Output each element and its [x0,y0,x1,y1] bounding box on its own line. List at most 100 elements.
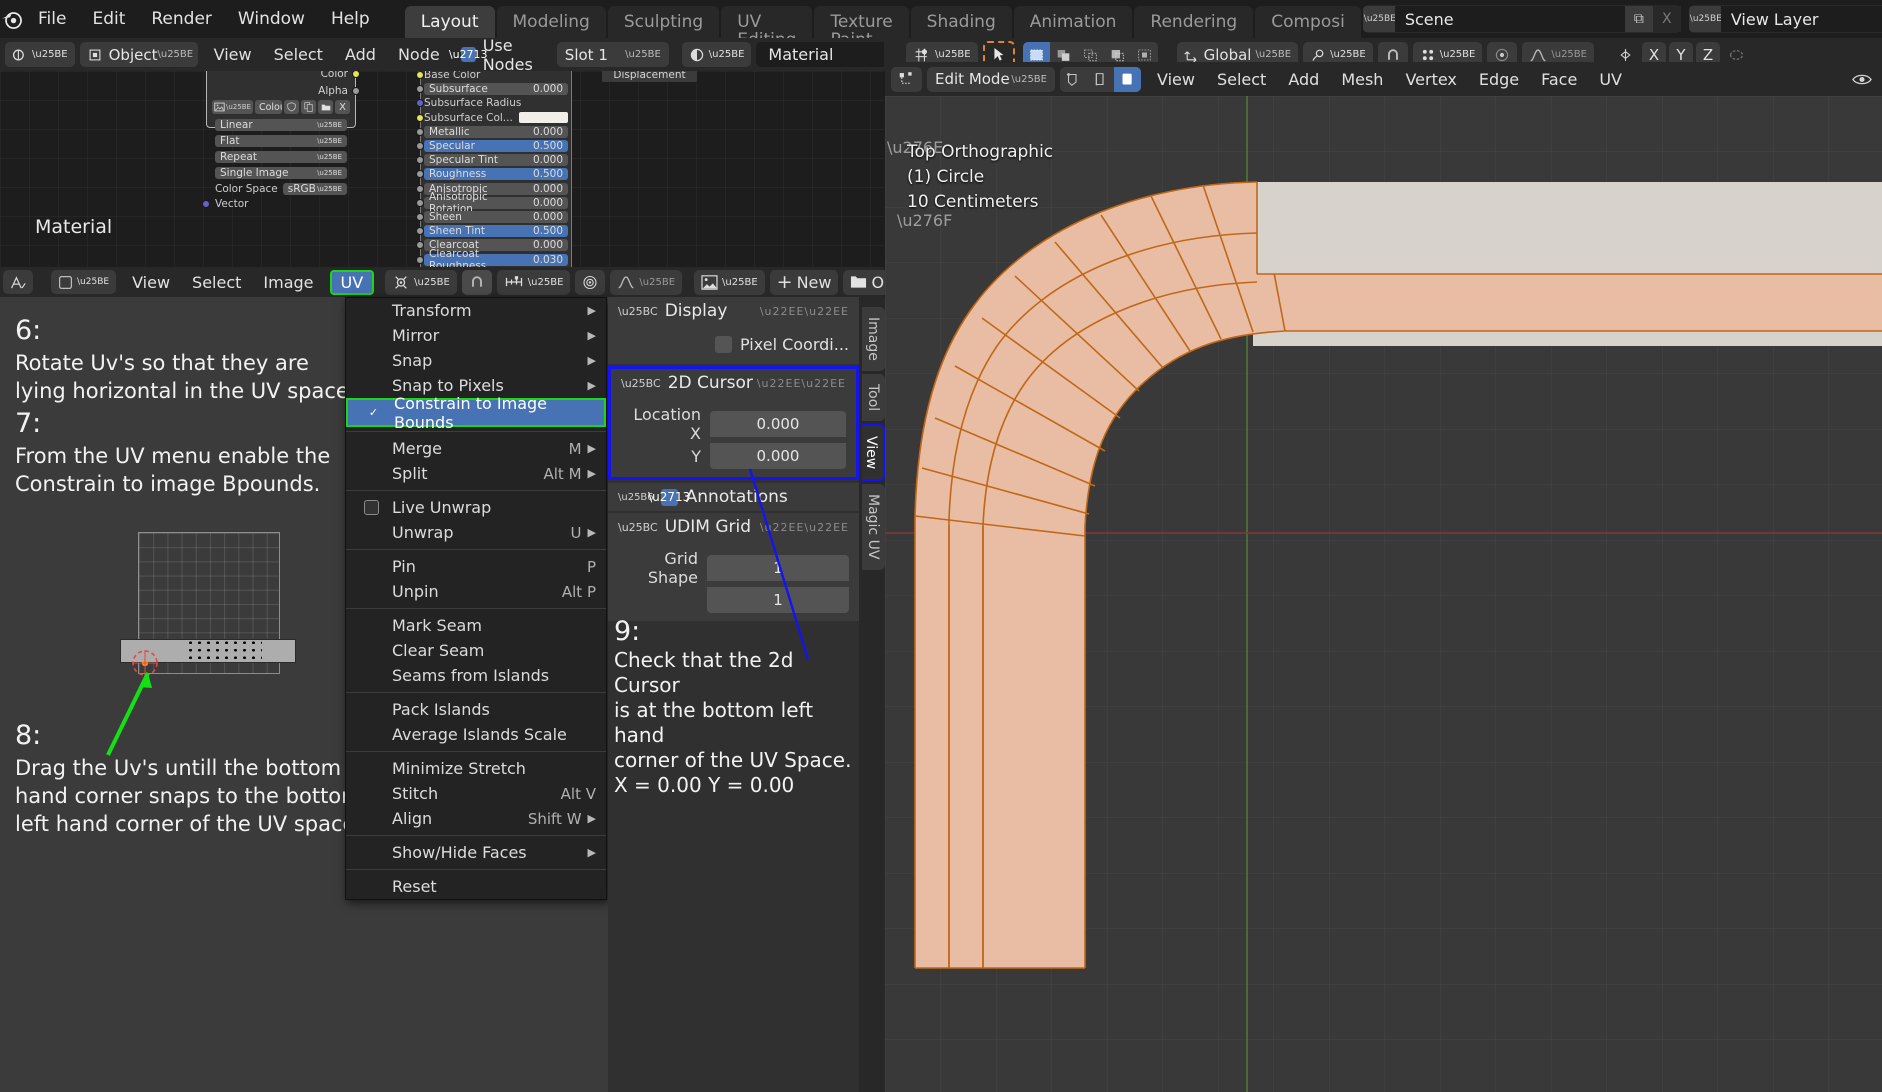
panel-drag-dots-display[interactable]: \u22EE\u22EE [760,305,849,318]
shader-menu-node[interactable]: Node [387,45,451,64]
uv-menu-item[interactable]: Stitch Alt V [346,781,606,806]
uv-menu-item[interactable]: Pin P [346,554,606,579]
bsdf-socket[interactable] [416,213,424,221]
viewport-menu-edge[interactable]: Edge [1468,70,1530,89]
workspace-tab-rendering[interactable]: Rendering [1134,6,1254,38]
bsdf-socket[interactable] [416,170,424,179]
extension-dropdown[interactable]: Repeat \u25BE [215,151,347,164]
projection-dropdown[interactable]: Flat \u25BE [215,135,347,148]
uv-menu-image[interactable]: Image [252,273,324,292]
image-name-field[interactable]: Colour grid arrow... [254,100,282,114]
uv-new-image-button[interactable]: + New [769,269,839,295]
uv-menu-select[interactable]: Select [181,273,252,292]
menu-edit[interactable]: Edit [79,5,138,33]
bsdf-value-field[interactable]: Subsurface 0.000 [424,83,568,96]
image-datablock-row[interactable]: \u25BE Colour grid arrow... X [212,100,350,114]
bsdf-socket[interactable] [416,71,424,79]
uv-menu-item[interactable]: Mark Seam [346,613,606,638]
workspace-tab-uv-editing[interactable]: UV Editing [721,6,813,49]
bsdf-socket[interactable] [416,184,424,193]
editor-type-viewport-icon[interactable] [891,66,922,92]
uv-editor-type-icon[interactable] [3,270,33,294]
uv-menu-item[interactable]: Split Alt M ▶ [346,461,606,486]
vertex-select-mode-icon[interactable] [1060,67,1087,92]
pixel-coordinates-checkbox[interactable] [715,336,732,353]
menu-window[interactable]: Window [225,5,318,33]
shader-node-editor[interactable]: Material Displacement Color Alpha \u25BE… [0,71,884,267]
bsdf-socket[interactable] [416,113,424,122]
viewport-canvas[interactable]: \u276E \u276F Top Orthographic (1) Circl… [885,96,1882,1092]
viewport-visibility-icon[interactable] [1852,72,1876,87]
uv-menu-item[interactable]: Live Unwrap [346,495,606,520]
uv-menu-item[interactable]: ✓ Constrain to Image Bounds [346,394,606,432]
edge-select-mode-icon[interactable] [1087,67,1114,92]
bsdf-row[interactable]: Clearcoat Roughness 0.030 [424,248,568,267]
panel-header-udim[interactable]: \u25BC UDIM Grid \u22EE\u22EE [608,513,859,541]
cursor-location-y-field[interactable]: 0.000 [710,443,846,469]
viewport-menu-face[interactable]: Face [1530,70,1588,89]
bsdf-value-field[interactable]: Sheen 0.000 [424,210,568,223]
bsdf-socket[interactable] [416,255,424,264]
viewport-menu-select[interactable]: Select [1206,70,1277,89]
scene-icon[interactable]: \u25BE [1362,6,1396,32]
bsdf-row[interactable]: Specular 0.500 [424,139,568,153]
uv-menu-view[interactable]: View [121,273,181,292]
display-collapse-icon[interactable]: \u25BC [618,305,658,318]
sidebar-tab-view[interactable]: View [862,424,885,482]
uv-menu-item[interactable]: Seams from Islands [346,663,606,688]
uv-menu-dropdown[interactable]: Transform ▶ Mirror ▶ Snap ▶ Snap to Pixels ▶ ✓ Co… [345,297,607,900]
workspace-tab-compositing[interactable]: Composi [1255,6,1361,38]
uv-menu-item[interactable]: Mirror ▶ [346,323,606,348]
bsdf-row[interactable]: Subsurface Col... [424,111,568,125]
new-scene-button[interactable]: ⧉ [1624,6,1653,32]
panel-header-2d-cursor[interactable]: \u25BC 2D Cursor \u22EE\u22EE [611,369,856,397]
grid-shape-y-field[interactable]: 1 [707,587,849,613]
uv-menu-item[interactable]: Pack Islands [346,697,606,722]
material-slot-dropdown[interactable]: Slot 1 \u25BE [556,42,669,67]
mesh-select-mode-segment[interactable] [1060,66,1141,92]
uv-menu-item[interactable]: Merge M ▶ [346,436,606,461]
workspace-tab-texture-paint[interactable]: Texture Paint [814,6,909,49]
bsdf-socket[interactable] [416,227,424,236]
image-open-folder-icon[interactable] [318,100,333,114]
bsdf-color-swatch[interactable] [518,112,568,124]
viewport-menu-vertex[interactable]: Vertex [1394,70,1467,89]
editor-type-selector[interactable]: \u25BE [5,42,75,67]
bsdf-socket[interactable] [416,127,424,136]
image-fake-user-icon[interactable] [284,100,299,114]
menu-item-checkbox[interactable]: ✓ [366,405,381,420]
principled-bsdf-node[interactable]: Base Color Subsurface 0.000 Subsurface Radi… [416,71,572,267]
bsdf-row[interactable]: Base Color [424,71,568,82]
bsdf-socket[interactable] [416,156,424,165]
color-space-dropdown[interactable]: sRGB \u25BE [282,183,347,196]
socket-alpha[interactable] [352,87,360,95]
uv-menu-item[interactable]: Show/Hide Faces ▶ [346,840,606,865]
workspace-tab-modeling[interactable]: Modeling [496,6,606,38]
use-nodes-toggle[interactable]: \u2713 Use Nodes [449,36,533,74]
menu-render[interactable]: Render [138,5,225,33]
material-browse-icon[interactable]: \u25BE [681,42,752,67]
uv-pivot-dropdown[interactable]: \u25BE [51,270,117,294]
cursor-collapse-icon[interactable]: \u25BC [621,377,661,390]
grid-shape-x-field[interactable]: 1 [707,554,849,581]
uv-proportional-falloff-dropdown[interactable]: \u25BE [610,269,683,295]
use-nodes-checkbox-icon[interactable]: \u2713 [449,47,488,62]
view-layer-icon[interactable]: \u25BE [1688,6,1722,32]
shader-menu-select[interactable]: Select [263,45,334,64]
uv-image-browse-dropdown[interactable]: \u25BE [694,269,765,295]
bsdf-value-field[interactable]: Specular Tint 0.000 [424,154,568,167]
interpolation-dropdown[interactable]: Linear \u25BE [215,119,347,132]
bsdf-socket[interactable] [416,99,424,108]
viewport-3d[interactable]: \u276E \u276F Top Orthographic (1) Circl… [885,62,1882,1092]
bsdf-row[interactable]: Subsurface Radius [424,96,568,110]
annotations-checkbox[interactable]: \u2713 [648,488,690,506]
workspace-tab-sculpting[interactable]: Sculpting [607,6,720,38]
uv-sidebar[interactable]: \u25BC Display \u22EE\u22EE Pixel Coordi… [608,297,859,1092]
menu-item-checkbox[interactable] [364,500,379,515]
bsdf-value-field[interactable]: Sheen Tint 0.500 [424,225,568,238]
scene-name[interactable]: Scene [1394,6,1625,32]
bsdf-row[interactable]: Sheen Tint 0.500 [424,224,568,238]
viewport-menu-uv[interactable]: UV [1588,70,1633,89]
interaction-mode-dropdown[interactable]: Edit Mode \u25BE [927,66,1055,92]
bsdf-value-field[interactable]: Specular 0.500 [424,140,568,153]
